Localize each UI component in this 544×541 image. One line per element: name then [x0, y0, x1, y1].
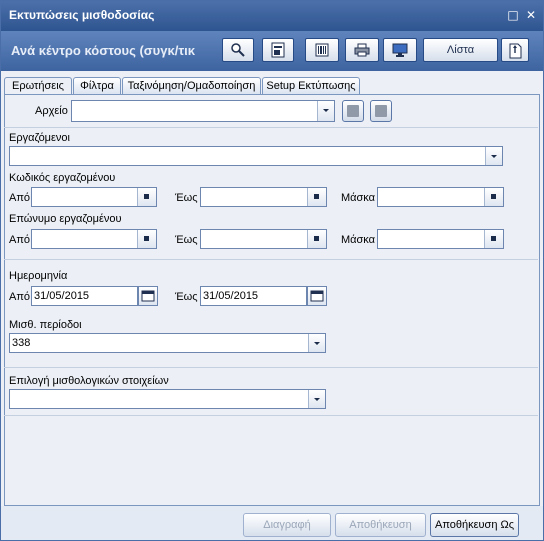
- file-action-button-1[interactable]: [342, 100, 364, 122]
- report-subtitle: Ανά κέντρο κόστους (συγκ/τικ: [11, 43, 195, 58]
- print-button[interactable]: [345, 38, 379, 62]
- tab-print-setup[interactable]: Setup Εκτύπωσης: [262, 77, 360, 94]
- search-button[interactable]: [222, 38, 254, 62]
- file-action-button-2[interactable]: [370, 100, 392, 122]
- chevron-down-icon[interactable]: [308, 390, 325, 408]
- emp-code-mask-field[interactable]: [377, 187, 504, 207]
- lookup-icon[interactable]: [137, 188, 156, 206]
- emp-surname-label: Επώνυμο εργαζομένου: [9, 213, 122, 225]
- lookup-icon[interactable]: [307, 230, 326, 248]
- employees-label: Εργαζόμενοι: [9, 132, 70, 144]
- printer-icon: [354, 43, 370, 57]
- date-from-label: Από: [9, 291, 31, 303]
- period-label: Μισθ. περίοδοι: [9, 319, 82, 331]
- divider: [4, 367, 538, 368]
- report-header: Ανά κέντρο κόστους (συγκ/τικ Λίστα: [1, 31, 543, 71]
- divider: [4, 127, 538, 128]
- monitor-icon: [392, 43, 408, 57]
- emp-surname-from-label: Από: [9, 234, 31, 246]
- emp-surname-to-label: Έως: [175, 234, 198, 246]
- period-select[interactable]: 338: [9, 333, 326, 353]
- payroll-items-select[interactable]: [9, 389, 326, 409]
- close-icon[interactable]: ✕: [525, 9, 537, 21]
- export-button[interactable]: [501, 38, 529, 62]
- barcode-button[interactable]: [305, 38, 339, 62]
- search-icon: [231, 43, 245, 57]
- save-as-button[interactable]: Αποθήκευση Ως: [430, 513, 519, 537]
- date-label: Ημερομηνία: [9, 270, 68, 282]
- title-bar: Εκτυπώσεις μισθοδοσίας □ ✕: [1, 1, 543, 31]
- delete-button[interactable]: Διαγραφή: [243, 513, 331, 537]
- emp-surname-mask-label: Μάσκα: [341, 234, 376, 246]
- lookup-icon[interactable]: [137, 230, 156, 248]
- emp-code-to-label: Έως: [175, 192, 198, 204]
- payroll-items-label: Επιλογή μισθολογικών στοιχείων: [9, 375, 169, 387]
- preview-button[interactable]: [383, 38, 417, 62]
- emp-surname-mask-field[interactable]: [377, 229, 504, 249]
- emp-code-to-field[interactable]: [200, 187, 327, 207]
- emp-code-label: Κωδικός εργαζομένου: [9, 172, 116, 184]
- file-select[interactable]: [71, 100, 335, 122]
- date-to-field[interactable]: 31/05/2015: [200, 286, 307, 306]
- report-icon: [271, 42, 285, 58]
- tab-questions[interactable]: Ερωτήσεις: [4, 77, 72, 95]
- calendar-icon: [310, 290, 324, 302]
- barcode-icon: [315, 43, 329, 57]
- footer-bar: Διαγραφή Αποθήκευση Αποθήκευση Ως: [1, 506, 543, 540]
- print-window: Εκτυπώσεις μισθοδοσίας □ ✕ Ανά κέντρο κό…: [0, 0, 544, 541]
- report-button[interactable]: [262, 38, 294, 62]
- chevron-down-icon[interactable]: [485, 147, 502, 165]
- calendar-button-to[interactable]: [307, 286, 327, 306]
- date-to-label: Έως: [175, 291, 198, 303]
- lookup-icon[interactable]: [484, 230, 503, 248]
- calendar-button-from[interactable]: [138, 286, 158, 306]
- tab-sorting-grouping[interactable]: Ταξινόμηση/Ομαδοποίηση: [122, 77, 261, 94]
- window-title: Εκτυπώσεις μισθοδοσίας: [9, 8, 155, 22]
- emp-code-mask-label: Μάσκα: [341, 192, 376, 204]
- calendar-icon: [141, 290, 155, 302]
- emp-surname-to-field[interactable]: [200, 229, 327, 249]
- emp-code-from-label: Από: [9, 192, 31, 204]
- chevron-down-icon[interactable]: [317, 101, 334, 121]
- file-label: Αρχείο: [35, 105, 68, 117]
- emp-code-from-field[interactable]: [31, 187, 157, 207]
- save-button[interactable]: Αποθήκευση: [335, 513, 426, 537]
- employees-select[interactable]: [9, 146, 503, 166]
- emp-surname-from-field[interactable]: [31, 229, 157, 249]
- maximize-icon[interactable]: □: [507, 9, 519, 21]
- chevron-down-icon[interactable]: [308, 334, 325, 352]
- lookup-icon[interactable]: [484, 188, 503, 206]
- tab-filters[interactable]: Φίλτρα: [73, 77, 121, 94]
- export-icon: [509, 43, 522, 59]
- divider: [4, 415, 538, 416]
- lookup-icon[interactable]: [307, 188, 326, 206]
- divider: [4, 259, 538, 260]
- list-button[interactable]: Λίστα: [423, 38, 498, 62]
- date-from-field[interactable]: 31/05/2015: [31, 286, 138, 306]
